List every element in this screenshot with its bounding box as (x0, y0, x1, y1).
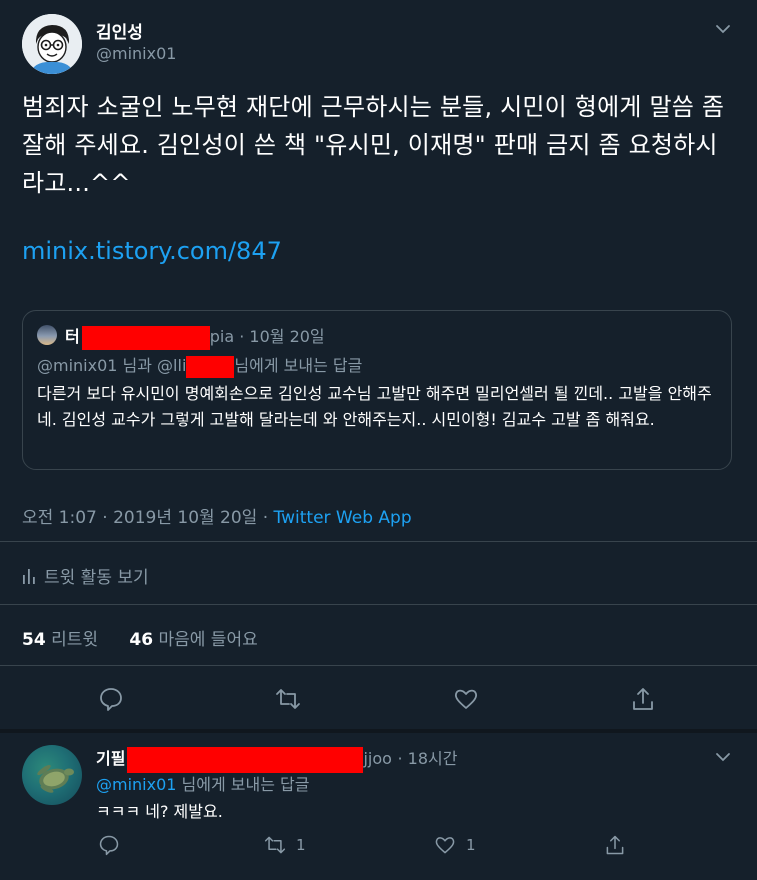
reply-to-suffix: 님에게 보내는 답글 (176, 775, 310, 794)
reply-author-handle-end[interactable]: jjoo (363, 749, 391, 768)
reply-author-name-start[interactable]: 기필 (96, 749, 125, 768)
retweet-label: 리트윗 (51, 630, 98, 650)
divider (0, 665, 757, 666)
divider (0, 541, 757, 542)
author-avatar[interactable] (22, 14, 82, 74)
quoted-author-handle-end: pia (209, 327, 235, 346)
retweet-button[interactable]: 1 (264, 834, 306, 856)
share-icon[interactable] (604, 834, 626, 856)
share-icon[interactable] (630, 686, 656, 712)
reply-like-count: 1 (466, 836, 476, 854)
redaction-box (81, 325, 210, 350)
heart-icon[interactable] (453, 686, 479, 712)
activity-label: 트윗 활동 보기 (44, 568, 149, 588)
tweet-link[interactable]: minix.tistory.com/847 (22, 237, 282, 265)
heart-icon (434, 834, 456, 856)
quoted-reply-suffix: 님에게 보내는 답글 (234, 356, 363, 375)
like-label: 마음에 들어요 (158, 630, 258, 650)
quoted-tweet-text: 다른거 보다 유시민이 명예회손으로 김인성 교수님 고발만 해주면 밀리언셀러… (37, 384, 712, 429)
tweet-timestamp: 오전 1:07 · 2019년 10월 20일 · Twitter Web Ap… (22, 503, 412, 528)
tweet-activity-link[interactable]: 트윗 활동 보기 (22, 563, 149, 588)
retweet-count: 54 (22, 630, 46, 650)
like-count: 46 (129, 630, 154, 650)
quoted-reply-line: @minix01 님과 @lli 님에게 보내는 답글 (37, 352, 362, 378)
bar-chart-icon (22, 567, 36, 585)
redaction-box (127, 746, 364, 773)
reply-author-avatar[interactable] (22, 745, 82, 805)
like-stat[interactable]: 46 마음에 들어요 (129, 630, 257, 650)
chevron-down-icon[interactable] (712, 746, 734, 768)
reply-author-line: 기필 jjoo · 18시간 (96, 745, 457, 773)
author-handle[interactable]: @minix01 (96, 44, 176, 63)
quoted-date: · 10월 20일 (239, 327, 325, 346)
quoted-author-avatar (37, 325, 57, 345)
tweet-action-bar (0, 684, 757, 714)
divider (0, 604, 757, 605)
tweet-stats: 54 리트윗 46 마음에 들어요 (22, 625, 258, 650)
chevron-down-icon[interactable] (712, 18, 734, 40)
retweet-stat[interactable]: 54 리트윗 (22, 630, 98, 650)
reply-time[interactable]: · 18시간 (398, 749, 458, 768)
reply-text: ㅋㅋㅋ 네? 제발요. (96, 802, 223, 821)
reply-to-handle[interactable]: @minix01 (96, 775, 176, 794)
reply-to-line: @minix01 님에게 보내는 답글 (96, 771, 309, 795)
timestamp-text[interactable]: 오전 1:07 · 2019년 10월 20일 · (22, 508, 274, 528)
reply-action-bar: 1 1 (0, 834, 757, 860)
like-button[interactable]: 1 (434, 834, 476, 856)
sea-turtle-icon (37, 764, 74, 793)
quoted-reply-prefix: @minix01 님과 @lli (37, 356, 187, 375)
author-name[interactable]: 김인성 (96, 18, 143, 43)
quoted-tweet-card[interactable]: 터 pia · 10월 20일 @minix01 님과 @lli 님에게 보내는 답… (22, 310, 732, 470)
retweet-icon (264, 834, 286, 856)
reply-icon[interactable] (98, 834, 120, 856)
quoted-author-name-start: 터 (65, 327, 80, 346)
tweet-text: 범죄자 소굴인 노무현 재단에 근무하시는 분들, 시민이 형에게 말씀 좀 잘… (22, 93, 725, 197)
redaction-box (186, 355, 235, 378)
quoted-author-line: 터 pia · 10월 20일 (65, 323, 325, 350)
cartoon-face-icon (22, 14, 82, 74)
retweet-icon[interactable] (275, 686, 301, 712)
reply-icon[interactable] (98, 686, 124, 712)
section-separator (0, 729, 757, 733)
tweet-source[interactable]: Twitter Web App (274, 508, 412, 528)
reply-retweet-count: 1 (296, 836, 306, 854)
